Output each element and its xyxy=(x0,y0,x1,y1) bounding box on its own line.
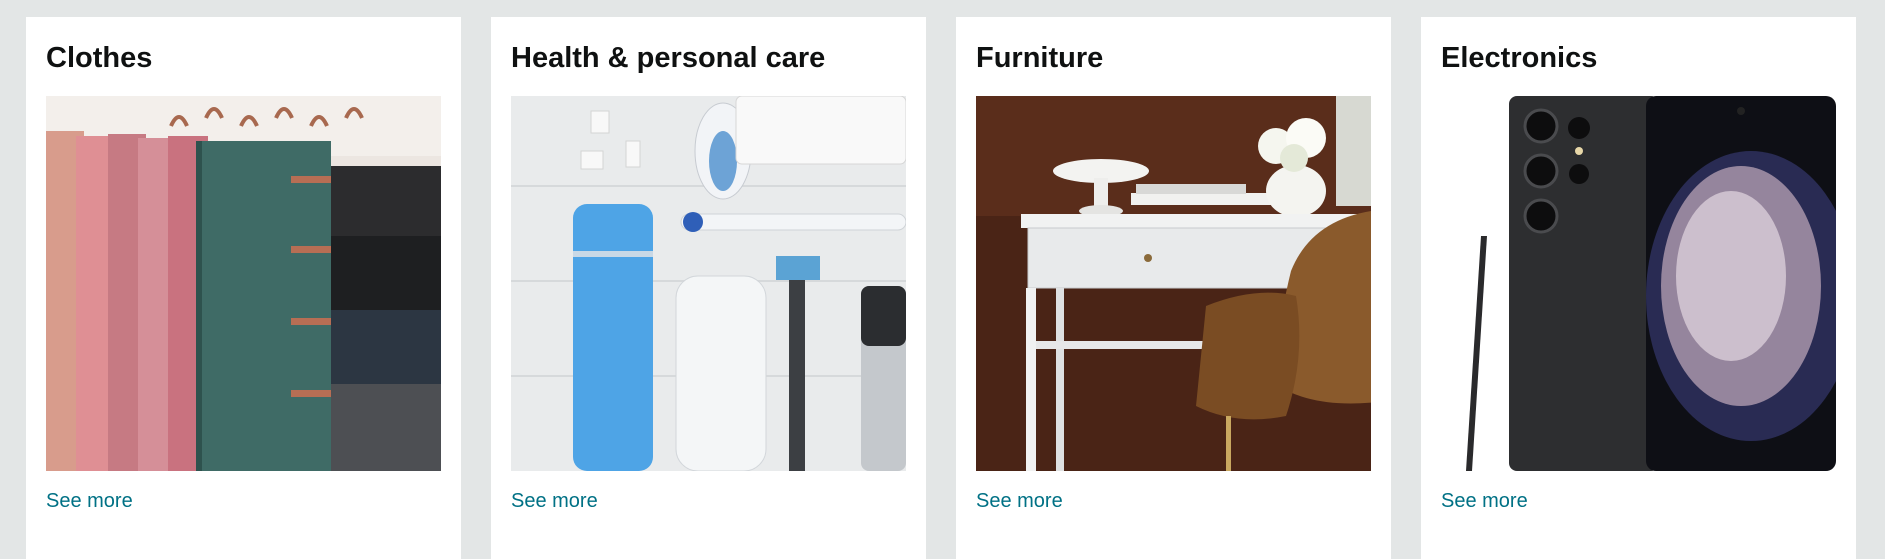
card-title: Electronics xyxy=(1441,42,1598,74)
electronics-image[interactable] xyxy=(1441,96,1836,471)
personal-care-image[interactable] xyxy=(511,96,906,471)
see-more-link[interactable]: See more xyxy=(46,490,133,513)
see-more-link[interactable]: See more xyxy=(511,490,598,513)
category-card-furniture: Furniture See more xyxy=(956,17,1391,559)
clothes-image[interactable] xyxy=(46,96,441,471)
category-card-health-personal-care: Health & personal care See more xyxy=(491,17,926,559)
category-card-electronics: Electronics See more xyxy=(1421,17,1856,559)
card-title: Furniture xyxy=(976,42,1104,74)
see-more-link[interactable]: See more xyxy=(1441,490,1528,513)
card-title: Health & personal care xyxy=(511,42,826,74)
card-title: Clothes xyxy=(46,42,153,74)
category-cards-row: Clothes See more Health & personal care … xyxy=(0,0,1885,559)
furniture-image[interactable] xyxy=(976,96,1371,471)
category-card-clothes: Clothes See more xyxy=(26,17,461,559)
see-more-link[interactable]: See more xyxy=(976,490,1063,513)
